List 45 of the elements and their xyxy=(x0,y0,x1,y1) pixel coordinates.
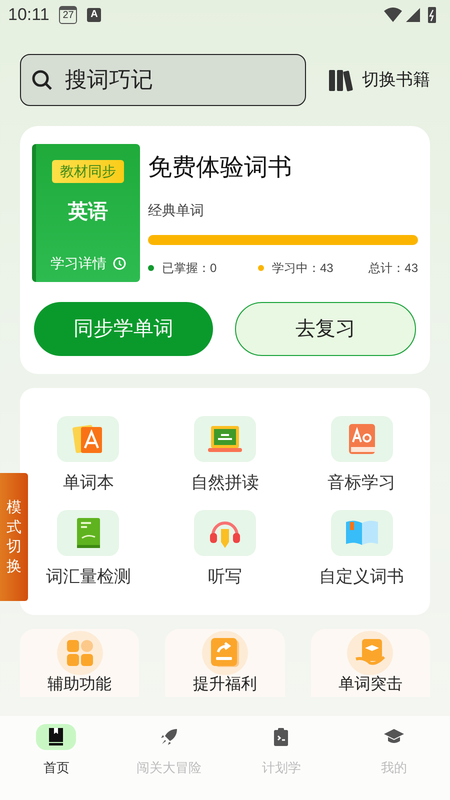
extra-label: 提升福利 xyxy=(192,675,257,695)
feature-label[interactable]: 音标学习 xyxy=(328,470,396,496)
clipboard-icon xyxy=(272,727,290,747)
clock-icon xyxy=(112,257,126,270)
book-subtitle: 经典单词 xyxy=(148,201,205,220)
total-count: 总计：43 xyxy=(368,260,418,277)
calendar-icon: 27 xyxy=(59,6,78,24)
extra-label: 单词突击 xyxy=(338,675,402,695)
extra-card[interactable]: 单词突击 xyxy=(310,629,430,697)
status-time: 10:11 xyxy=(8,4,50,26)
feature-label[interactable]: 自定义词书 xyxy=(319,564,404,589)
notification-icon: A xyxy=(87,8,102,22)
search-icon xyxy=(31,69,53,91)
mode-switch-tab[interactable]: 模式切换 xyxy=(0,473,28,601)
feature-label[interactable]: 词汇量检测 xyxy=(46,564,131,589)
feature-label[interactable]: 自然拼读 xyxy=(190,470,259,496)
alphabet-book-icon xyxy=(346,422,377,456)
feature-tile[interactable] xyxy=(57,510,120,556)
apps-grid-icon xyxy=(66,639,94,667)
extra-card[interactable]: 辅助功能 xyxy=(20,629,140,697)
extra-card[interactable]: 提升福利 xyxy=(165,629,285,697)
graduation-cap-icon xyxy=(382,728,405,746)
rocket-icon xyxy=(158,727,179,747)
book-title: 免费体验词书 xyxy=(148,153,293,183)
books-icon xyxy=(328,68,356,92)
search-field[interactable]: 搜词巧记 xyxy=(20,54,306,106)
textbook-sync-badge: 教材同步 xyxy=(52,160,124,183)
legend-label: 学习中：43 xyxy=(272,260,334,277)
chalkboard-icon xyxy=(206,423,243,455)
switch-books-button[interactable]: 切换书籍 xyxy=(328,67,430,93)
feature-tile[interactable] xyxy=(194,416,256,462)
feature-label[interactable]: 单词本 xyxy=(62,470,114,496)
book-icon xyxy=(47,727,66,747)
nav-tab[interactable]: 首页 xyxy=(0,724,112,800)
feature-tile[interactable] xyxy=(330,416,393,462)
feature-tile[interactable] xyxy=(330,510,393,556)
learn-words-button[interactable]: 同步学单词 xyxy=(34,302,213,356)
review-button[interactable]: 去复习 xyxy=(235,302,416,356)
feature-tile[interactable] xyxy=(194,510,256,556)
feature-label[interactable]: 听写 xyxy=(208,564,242,589)
legend-label: 已掌握：0 xyxy=(162,260,217,277)
feature-tile[interactable] xyxy=(57,416,120,462)
subject-label: 英语 xyxy=(68,200,108,225)
share-card-icon xyxy=(208,637,241,669)
extra-label: 辅助功能 xyxy=(48,675,112,695)
